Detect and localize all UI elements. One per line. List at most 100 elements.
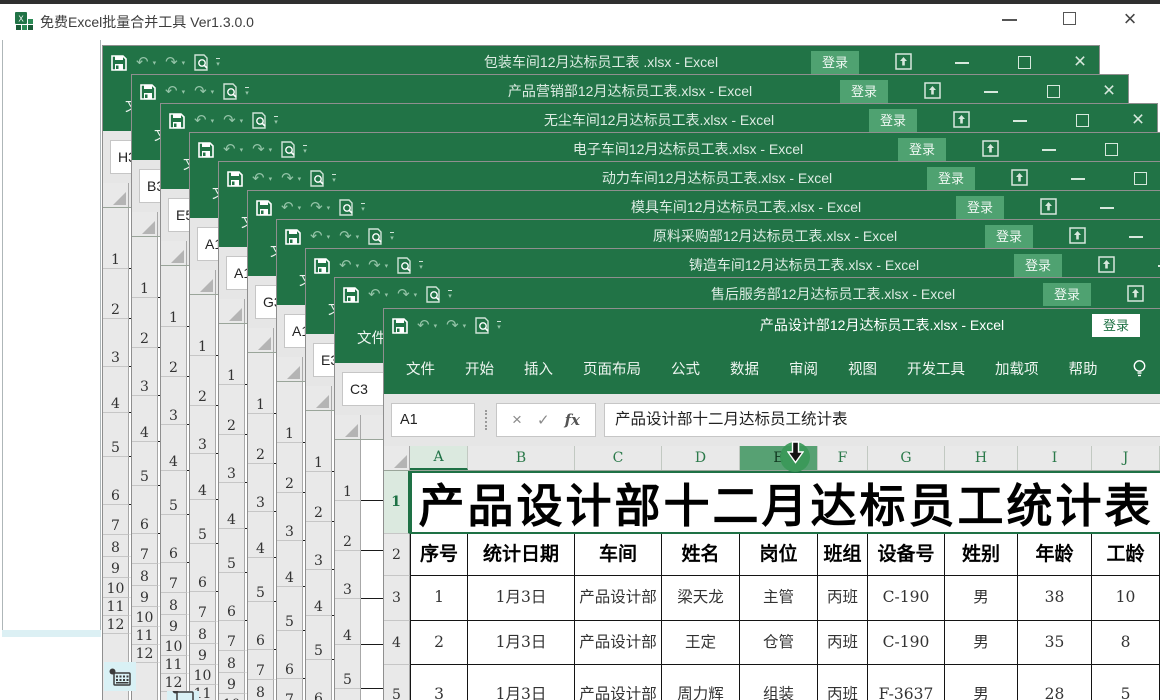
minimize-button[interactable] <box>955 62 969 64</box>
row-header[interactable]: 2 <box>190 356 216 406</box>
row-header[interactable]: 2 <box>161 327 187 377</box>
tab-data[interactable]: 数据 <box>730 358 759 379</box>
data-cell[interactable]: 男 <box>945 621 1018 665</box>
ribbon-display-options-icon[interactable] <box>1069 227 1086 244</box>
select-all-corner[interactable] <box>277 357 303 381</box>
close-button[interactable]: × <box>1127 107 1149 133</box>
tab-file[interactable]: 文件 <box>357 327 386 348</box>
header-cell[interactable]: 年龄 <box>1018 534 1092 576</box>
login-button[interactable]: 登录 <box>811 51 859 74</box>
row-header[interactable]: 5 <box>306 616 332 660</box>
main-maximize-button[interactable] <box>1063 12 1076 25</box>
row-header[interactable]: 1 <box>190 295 216 356</box>
minimize-button[interactable] <box>1129 236 1143 238</box>
ribbon-display-options-icon[interactable] <box>982 140 999 157</box>
tab-developer[interactable]: 开发工具 <box>907 358 965 379</box>
data-cell[interactable]: F-3637 <box>868 665 945 700</box>
row-header[interactable]: 6 <box>248 602 274 650</box>
tab-file[interactable]: 文件 <box>406 358 435 379</box>
column-header-D[interactable]: D <box>662 446 740 470</box>
row-header[interactable]: 8 <box>132 564 158 586</box>
row-header[interactable]: 3 <box>103 319 129 367</box>
login-button[interactable]: 登录 <box>1043 283 1091 306</box>
sheet-title-cell[interactable]: 产品设计部十二月达标员工统计表 <box>410 471 1160 534</box>
header-cell[interactable]: 姓别 <box>945 534 1018 576</box>
row-header[interactable]: 8 <box>190 622 216 644</box>
maximize-button[interactable] <box>1018 56 1031 69</box>
row-header[interactable]: 1 <box>306 411 332 472</box>
row-header[interactable]: 9 <box>132 586 158 607</box>
row-header[interactable]: 12 <box>103 616 129 634</box>
row-header[interactable]: 2 <box>219 385 245 435</box>
data-cell[interactable]: 1月3日 <box>468 665 575 700</box>
row-header[interactable]: 3 <box>335 551 361 599</box>
main-close-button[interactable]: × <box>1118 6 1142 32</box>
row-header[interactable]: 6 <box>335 689 361 700</box>
ribbon-display-options-icon[interactable] <box>953 111 970 128</box>
column-header-A[interactable]: A <box>410 446 468 470</box>
select-all-corner[interactable] <box>161 241 187 265</box>
row-header[interactable]: 1 <box>384 471 410 534</box>
row-header[interactable]: 10 <box>132 607 158 627</box>
touch-keyboard-icon[interactable] <box>167 691 199 700</box>
data-cell[interactable]: 28 <box>1018 665 1092 700</box>
data-cell[interactable]: 2 <box>410 621 468 665</box>
row-header[interactable]: 4 <box>161 425 187 471</box>
ribbon-display-options-icon[interactable] <box>895 53 912 70</box>
header-cell[interactable]: 统计日期 <box>468 534 575 576</box>
close-button[interactable]: × <box>1156 136 1160 162</box>
row-header[interactable]: 5 <box>248 558 274 602</box>
row-header[interactable]: 7 <box>161 563 187 593</box>
data-cell[interactable]: 38 <box>1018 576 1092 621</box>
row-header[interactable]: 3 <box>132 348 158 396</box>
login-button[interactable]: 登录 <box>1092 314 1140 337</box>
row-header[interactable]: 5 <box>190 500 216 544</box>
row-header[interactable]: 5 <box>384 665 410 700</box>
data-cell[interactable]: 产品设计部 <box>575 621 662 665</box>
column-header-G[interactable]: G <box>868 446 945 470</box>
select-all-corner[interactable] <box>190 270 216 294</box>
row-header[interactable]: 6 <box>161 515 187 563</box>
maximize-button[interactable] <box>1076 114 1089 127</box>
row-header[interactable]: 1 <box>248 353 274 414</box>
data-cell[interactable]: 丙班 <box>818 576 868 621</box>
data-cell[interactable]: 丙班 <box>818 665 868 700</box>
select-all-corner[interactable] <box>132 212 158 236</box>
data-cell[interactable]: 仓管 <box>740 621 818 665</box>
login-button[interactable]: 登录 <box>869 109 917 132</box>
row-header[interactable]: 2 <box>103 269 129 319</box>
data-cell[interactable]: 周力辉 <box>662 665 740 700</box>
row-header[interactable]: 10 <box>103 578 129 598</box>
login-button[interactable]: 登录 <box>840 80 888 103</box>
row-header[interactable]: 9 <box>190 644 216 665</box>
close-button[interactable]: × <box>1069 49 1091 75</box>
row-header[interactable]: 9 <box>161 615 187 636</box>
login-button[interactable]: 登录 <box>898 138 946 161</box>
merge-tool-titlebar[interactable]: X 免费Excel批量合并工具 Ver1.3.0.0 × <box>0 0 1160 40</box>
header-cell[interactable]: 序号 <box>410 534 468 576</box>
data-cell[interactable]: 王定 <box>662 621 740 665</box>
ribbon-display-options-icon[interactable] <box>1040 198 1057 215</box>
data-cell[interactable]: 产品设计部 <box>575 665 662 700</box>
column-header-J[interactable]: J <box>1092 446 1160 470</box>
minimize-button[interactable] <box>1013 120 1027 122</box>
maximize-button[interactable] <box>1105 143 1118 156</box>
minimize-button[interactable] <box>1042 149 1056 151</box>
row-header[interactable]: 3 <box>219 435 245 483</box>
row-header[interactable]: 7 <box>190 592 216 622</box>
row-header[interactable]: 4 <box>248 512 274 558</box>
header-cell[interactable]: 车间 <box>575 534 662 576</box>
row-header[interactable]: 1 <box>132 237 158 298</box>
row-header[interactable]: 7 <box>219 621 245 651</box>
row-header[interactable]: 5 <box>277 587 303 631</box>
row-header[interactable]: 4 <box>190 454 216 500</box>
tab-addins[interactable]: 加载项 <box>995 358 1039 379</box>
column-header-H[interactable]: H <box>945 446 1018 470</box>
data-cell[interactable]: C-190 <box>868 621 945 665</box>
main-minimize-button[interactable] <box>1002 19 1017 21</box>
column-header-F[interactable]: F <box>818 446 868 470</box>
maximize-button[interactable] <box>1134 172 1147 185</box>
row-header[interactable]: 3 <box>190 406 216 454</box>
select-all-corner[interactable] <box>306 386 332 410</box>
row-header[interactable]: 5 <box>103 413 129 457</box>
